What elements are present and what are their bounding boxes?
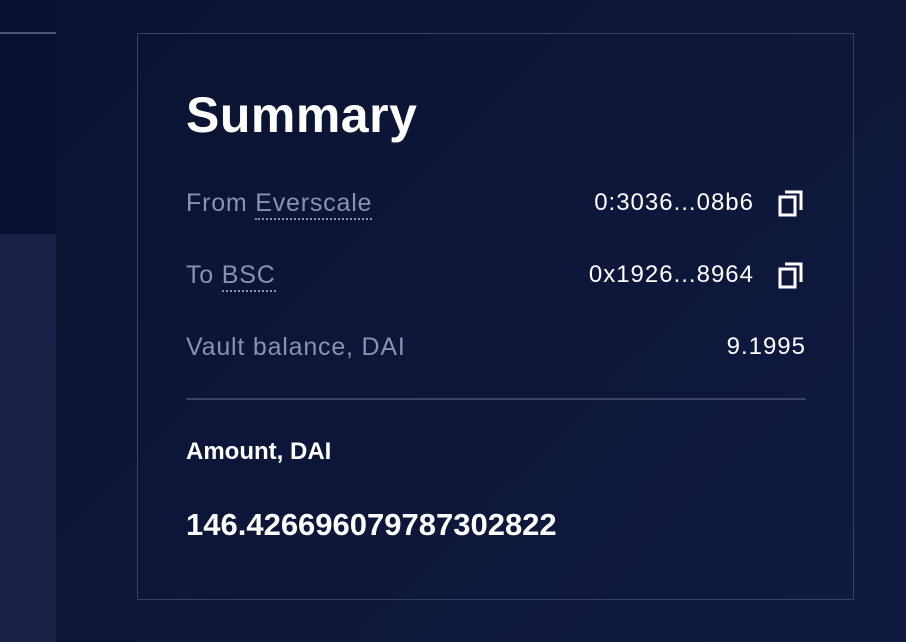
left-panel-divider bbox=[0, 32, 56, 34]
vault-balance-value: 9.1995 bbox=[726, 333, 806, 360]
from-row: From Everscale 0:3036...08b6 bbox=[186, 185, 806, 221]
to-network-link[interactable]: BSC bbox=[221, 260, 276, 292]
to-label: To BSC bbox=[186, 260, 276, 292]
amount-value: 146.426696079787302822 bbox=[186, 507, 557, 542]
left-panel-top bbox=[0, 0, 56, 234]
to-address-value: 0x1926...8964 bbox=[588, 261, 754, 288]
to-row: To BSC 0x1926...8964 bbox=[186, 257, 806, 293]
vault-balance-row: Vault balance, DAI 9.1995 bbox=[186, 329, 806, 365]
amount-label: Amount, DAI bbox=[186, 438, 332, 465]
copy-icon-glyph bbox=[778, 262, 803, 289]
copy-icon[interactable] bbox=[776, 188, 806, 218]
left-panel-bottom bbox=[0, 234, 56, 642]
vault-balance-label: Vault balance, DAI bbox=[186, 332, 406, 361]
to-address: 0x1926...8964 bbox=[589, 260, 806, 290]
summary-title: Summary bbox=[186, 87, 418, 143]
copy-icon[interactable] bbox=[776, 260, 806, 290]
from-label: From Everscale bbox=[186, 188, 373, 220]
from-address: 0:3036...08b6 bbox=[594, 188, 806, 218]
from-network-link[interactable]: Everscale bbox=[255, 188, 373, 220]
from-label-prefix: From bbox=[186, 188, 248, 217]
to-label-prefix: To bbox=[186, 260, 215, 289]
summary-divider bbox=[186, 398, 806, 400]
copy-icon-glyph bbox=[778, 190, 803, 217]
from-address-value: 0:3036...08b6 bbox=[594, 189, 754, 216]
